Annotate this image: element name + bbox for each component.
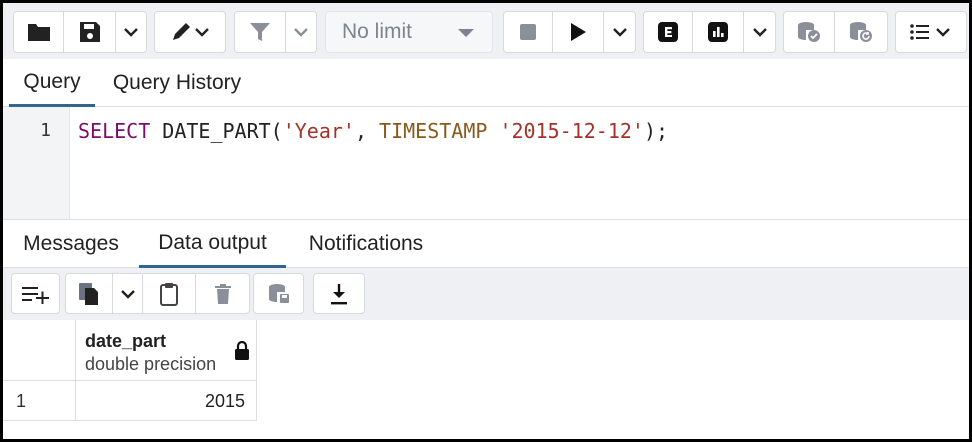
download-group <box>313 273 365 314</box>
macros-icon <box>910 24 950 40</box>
tab-notifications-label: Notifications <box>308 232 424 255</box>
chevron-down-icon <box>124 28 138 37</box>
sql-keyword-token: SELECT <box>78 119 151 143</box>
commit-button[interactable] <box>784 12 836 52</box>
cell-value: 2015 <box>204 391 245 411</box>
chevron-down-icon <box>294 28 308 37</box>
paste-icon <box>160 282 178 306</box>
transaction-button-group <box>783 11 888 53</box>
tab-data-output-label: Data output <box>158 230 267 254</box>
execute-button-group <box>503 11 636 53</box>
query-tabs-bar: Query Query History <box>3 59 969 107</box>
chevron-down-icon <box>612 28 627 37</box>
chevron-down-icon <box>120 289 135 299</box>
play-icon <box>571 23 587 41</box>
sql-space-token <box>487 119 499 143</box>
caret-down-icon <box>458 29 474 37</box>
stop-button[interactable] <box>504 12 554 52</box>
tab-query-label: Query <box>23 69 81 93</box>
sql-punctuation-token: , <box>354 119 380 143</box>
save-data-icon <box>268 283 289 303</box>
save-file-button[interactable] <box>64 12 116 52</box>
tab-query[interactable]: Query <box>9 59 95 107</box>
tab-messages[interactable]: Messages <box>9 220 133 268</box>
save-data-group <box>253 273 304 314</box>
macros-button-group <box>895 11 967 53</box>
pen-icon <box>173 23 209 40</box>
save-icon <box>79 22 100 42</box>
add-row-group <box>11 273 60 314</box>
column-type: double precision <box>85 354 217 374</box>
row-number-cell[interactable] <box>3 381 76 421</box>
sql-string-token: 'Year' <box>282 119 355 143</box>
filter-options-dropdown[interactable] <box>286 12 316 52</box>
delete-button[interactable] <box>196 274 249 313</box>
sql-function-token: DATE_PART( <box>150 119 283 143</box>
column-name: date_part <box>85 331 167 351</box>
edit-button-group <box>154 11 226 53</box>
query-tool-window: No limit Query Query History 1 SELECT DA… <box>0 0 972 442</box>
tab-notifications[interactable]: Notifications <box>293 220 439 268</box>
lock-icon <box>235 341 249 360</box>
edit-dropdown-button[interactable] <box>155 12 225 52</box>
explain-button-group <box>643 11 776 53</box>
rollback-icon <box>850 22 872 42</box>
explain-analyze-button[interactable] <box>693 12 745 52</box>
add-row-button[interactable] <box>12 274 59 313</box>
clipboard-button-group <box>65 273 250 314</box>
explain-icon <box>658 22 679 42</box>
stop-icon <box>520 24 537 40</box>
execute-button[interactable] <box>553 12 605 52</box>
row-limit-select[interactable]: No limit <box>325 11 493 53</box>
output-toolbar <box>3 268 969 320</box>
explain-options-dropdown[interactable] <box>744 12 775 52</box>
tab-query-history[interactable]: Query History <box>101 59 253 107</box>
paste-button[interactable] <box>143 274 196 313</box>
open-file-button[interactable] <box>14 12 64 52</box>
line-number: 1 <box>40 120 51 141</box>
code-line[interactable]: SELECT DATE_PART('Year', TIMESTAMP '2015… <box>78 119 668 143</box>
chevron-down-icon <box>752 28 767 37</box>
macros-dropdown-button[interactable] <box>896 12 966 52</box>
folder-icon <box>27 24 50 41</box>
grid-corner-cell[interactable] <box>3 320 76 381</box>
save-data-button[interactable] <box>254 274 303 313</box>
sql-string-token: '2015-12-12' <box>499 119 644 143</box>
line-number-gutter: 1 <box>3 107 70 219</box>
commit-icon <box>798 22 820 42</box>
sql-punctuation-token: ); <box>643 119 669 143</box>
rollback-button[interactable] <box>835 12 887 52</box>
execute-options-dropdown[interactable] <box>604 12 635 52</box>
tab-query-history-label: Query History <box>112 71 242 94</box>
main-toolbar: No limit <box>3 3 969 59</box>
delete-icon <box>214 283 231 304</box>
sql-editor[interactable]: 1 SELECT DATE_PART('Year', TIMESTAMP '20… <box>3 107 969 220</box>
row-number: 1 <box>16 391 27 411</box>
save-options-dropdown[interactable] <box>116 12 146 52</box>
tab-data-output[interactable]: Data output <box>139 220 286 268</box>
copy-options-dropdown[interactable] <box>113 274 143 313</box>
filter-icon <box>249 23 270 41</box>
filter-button[interactable] <box>235 12 286 52</box>
file-button-group <box>13 11 147 53</box>
explain-analyze-icon <box>708 22 729 42</box>
copy-icon <box>79 282 98 305</box>
sql-type-token: TIMESTAMP <box>379 119 488 143</box>
output-tabs-bar: Messages Data output Notifications <box>3 220 969 268</box>
row-limit-value: No limit <box>342 20 413 43</box>
explain-button[interactable] <box>644 12 694 52</box>
filter-button-group <box>234 11 317 53</box>
download-button[interactable] <box>314 274 364 313</box>
tab-messages-label: Messages <box>23 232 119 255</box>
copy-button[interactable] <box>66 274 113 313</box>
add-row-icon <box>21 286 49 304</box>
download-icon <box>331 283 347 304</box>
